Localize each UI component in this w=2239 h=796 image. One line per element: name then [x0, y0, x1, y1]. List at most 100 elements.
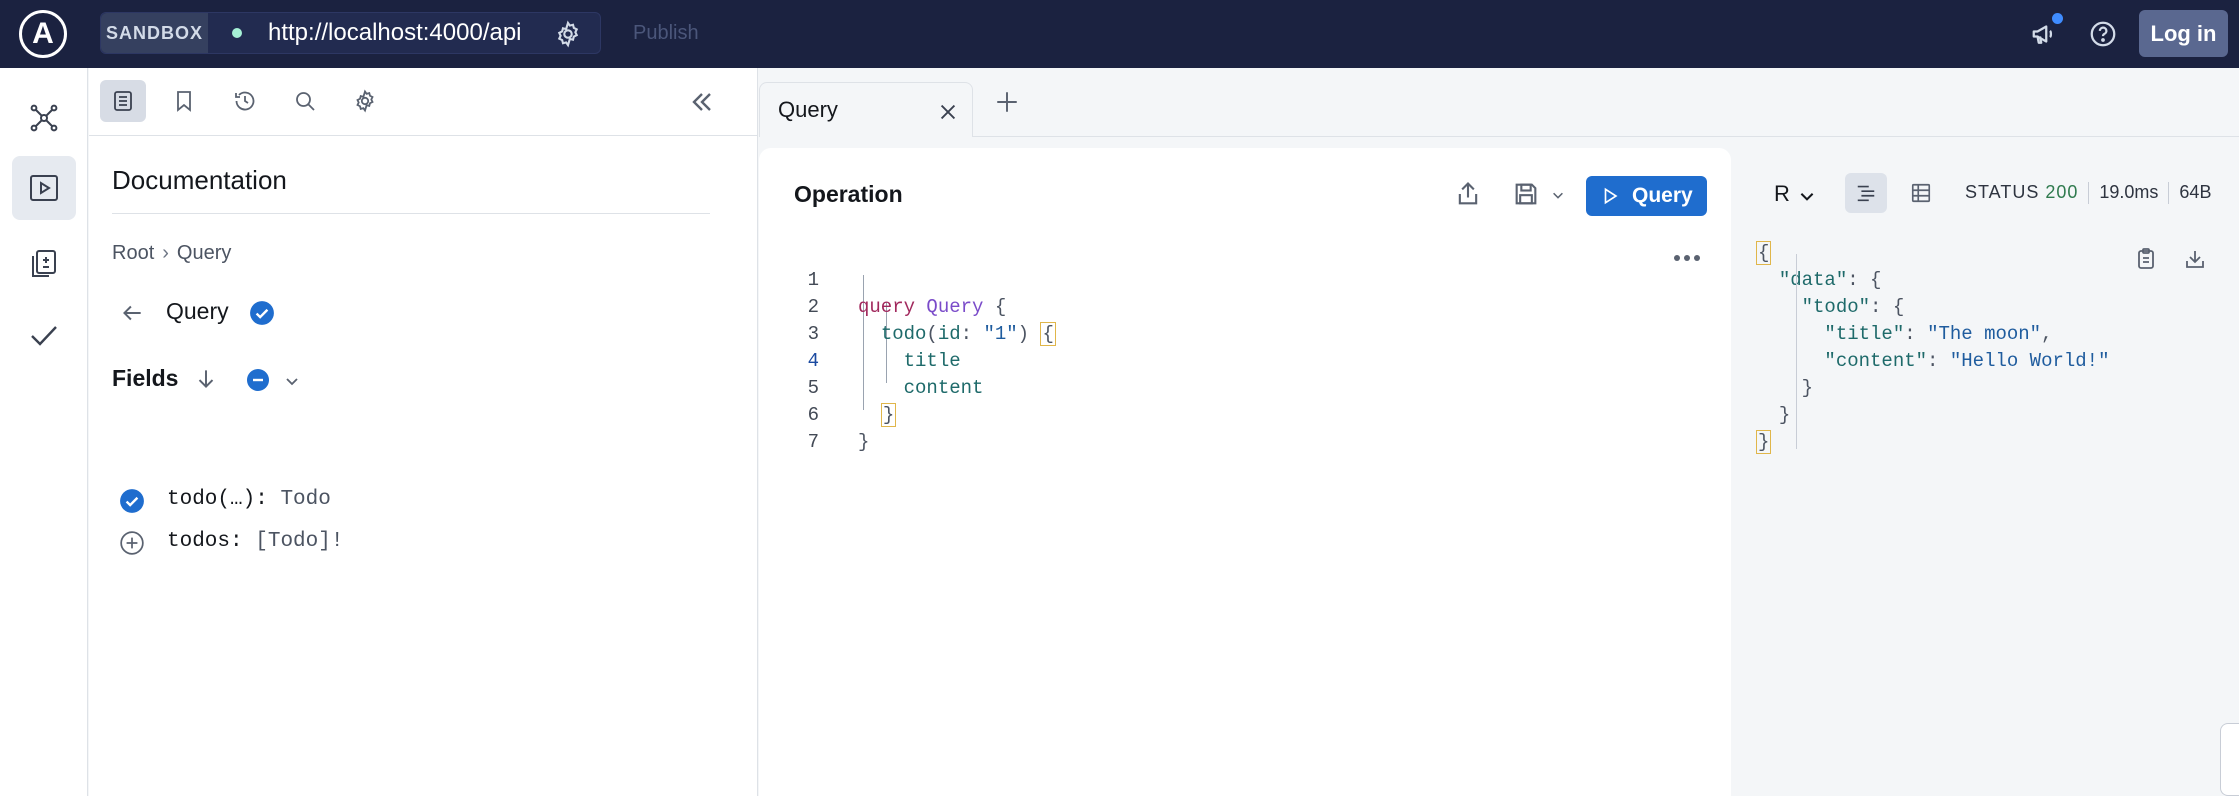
run-button-label: Query: [1632, 184, 1693, 207]
rail-item-changelog[interactable]: [12, 232, 76, 296]
docs-tab-settings[interactable]: [342, 80, 388, 122]
status-code: 200: [2045, 182, 2079, 202]
code-line: 6 }: [759, 375, 1699, 453]
save-options-chevron-down-icon[interactable]: [1551, 188, 1565, 202]
docs-title: Documentation: [112, 165, 287, 195]
settings-icon: [356, 89, 374, 113]
docs-tab-documentation[interactable]: [100, 80, 146, 122]
sandbox-badge: SANDBOX: [101, 13, 208, 53]
save-icon[interactable]: [1512, 180, 1540, 208]
rail-item-explorer[interactable]: [12, 156, 76, 220]
diff-files-icon: [32, 250, 56, 277]
connection-status-dot: [232, 28, 242, 38]
search-icon: [296, 92, 315, 111]
code-line: 2 todo(id: "1") {: [759, 267, 1699, 346]
history-icon: [235, 91, 255, 111]
publish-button[interactable]: Publish: [633, 12, 699, 54]
divider: [112, 213, 710, 214]
chevron-down-icon[interactable]: [1798, 187, 1816, 205]
chevron-down-icon[interactable]: [284, 373, 300, 389]
apollo-logo[interactable]: A: [19, 10, 67, 58]
response-size: 64B: [2179, 182, 2212, 202]
code-line: 7: [759, 402, 1699, 453]
field-type[interactable]: [Todo]!: [255, 530, 343, 553]
play-square-icon: [30, 175, 58, 201]
help-icon[interactable]: [2088, 19, 2118, 49]
table-view-button[interactable]: [1900, 173, 1942, 213]
sort-down-icon[interactable]: [193, 366, 219, 392]
add-tab-plus-icon[interactable]: [994, 89, 1020, 115]
response-json: { "data": { "todo": { "title": "The moon…: [1756, 241, 2110, 454]
json-value: "Hello World!": [1949, 350, 2110, 372]
docs-tab-bookmarks[interactable]: [161, 80, 207, 122]
brace-token: }: [858, 431, 870, 453]
json-key: "todo": [1801, 296, 1871, 318]
code-line: 1 query Query {: [759, 240, 1699, 318]
field-row-todos[interactable]: todos: [Todo]!: [119, 528, 419, 558]
breadcrumb: Root › Query: [112, 242, 231, 265]
tab-label: Query: [778, 97, 838, 122]
endpoint-url-input[interactable]: http://localhost:4000/api: [268, 13, 522, 53]
json-key: "content": [1824, 350, 1928, 372]
field-type[interactable]: Todo: [280, 488, 330, 511]
connection-settings-gear-icon[interactable]: [554, 20, 582, 48]
json-brace: }: [1756, 430, 1772, 454]
docs-tab-history[interactable]: [222, 80, 268, 122]
response-mode-select[interactable]: R: [1774, 181, 1790, 207]
docs-tab-search[interactable]: [282, 80, 328, 122]
play-icon: [1604, 187, 1618, 205]
response-panel: R STATUS 200 19.0ms 64B { "data": { "todo":…: [1732, 137, 2239, 796]
deselect-all-icon[interactable]: [246, 368, 270, 392]
operation-editor-card: Operation Query 1 query Query { 2 todo(i…: [759, 148, 1731, 796]
breadcrumb-current: Query: [176, 242, 232, 264]
documentation-icon: [114, 91, 132, 111]
copy-clipboard-icon[interactable]: [2134, 247, 2158, 271]
line-number: 7: [807, 431, 819, 453]
back-arrow-icon[interactable]: [119, 300, 145, 326]
code-line: 4 content: [759, 321, 1699, 399]
rail-item-schema[interactable]: [12, 86, 76, 150]
json-brace: {: [1756, 241, 1772, 265]
field-selected-check-icon[interactable]: [119, 488, 145, 514]
operation-title: Operation: [794, 181, 903, 207]
left-nav-rail: [0, 68, 88, 796]
field-add-plus-icon[interactable]: [119, 530, 145, 556]
login-button[interactable]: Log in: [2139, 10, 2228, 57]
status-label: STATUS: [1965, 182, 2040, 202]
fields-heading: Fields: [112, 365, 179, 391]
code-line: 5 }: [759, 348, 1699, 427]
breadcrumb-root[interactable]: Root: [112, 242, 154, 264]
field-name: todos: [167, 530, 231, 553]
code-line: 3 title: [759, 294, 1699, 372]
table-icon: [1911, 183, 1931, 203]
graph-nodes-icon: [30, 104, 58, 132]
json-key: "title": [1824, 323, 1905, 345]
top-bar: A SANDBOX http://localhost:4000/api Publ…: [0, 0, 2239, 68]
rail-item-checks[interactable]: [12, 304, 76, 368]
notification-dot: [2052, 13, 2063, 24]
close-icon[interactable]: [937, 101, 959, 123]
collapse-panel-icon[interactable]: [686, 86, 718, 118]
download-icon[interactable]: [2183, 247, 2207, 271]
endpoint-bar: SANDBOX http://localhost:4000/api: [100, 12, 601, 54]
tab-query[interactable]: Query: [759, 82, 973, 137]
code-editor[interactable]: 1 query Query { 2 todo(id: "1") { 3 titl…: [759, 240, 1699, 453]
json-view-button[interactable]: [1845, 173, 1887, 213]
docs-toolbar: [89, 68, 758, 136]
bookmark-icon: [177, 91, 191, 112]
breadcrumb-separator: ›: [162, 242, 169, 264]
selected-check-icon: [250, 301, 274, 325]
run-query-button[interactable]: Query: [1586, 176, 1707, 216]
json-brace: }: [1801, 377, 1814, 399]
field-colon: :: [255, 488, 268, 511]
share-icon[interactable]: [1454, 180, 1482, 208]
field-colon: :: [230, 530, 243, 553]
json-key: "data": [1778, 269, 1848, 291]
field-name: todo(…): [167, 488, 256, 511]
documentation-panel: Documentation Root › Query Query Fields to…: [89, 68, 758, 796]
resize-handle[interactable]: [2220, 723, 2239, 796]
type-name-heading: Query: [166, 298, 229, 324]
json-value: "The moon": [1927, 323, 2042, 345]
response-time: 19.0ms: [2099, 182, 2159, 202]
field-row-todo[interactable]: todo(…): Todo: [119, 486, 419, 516]
